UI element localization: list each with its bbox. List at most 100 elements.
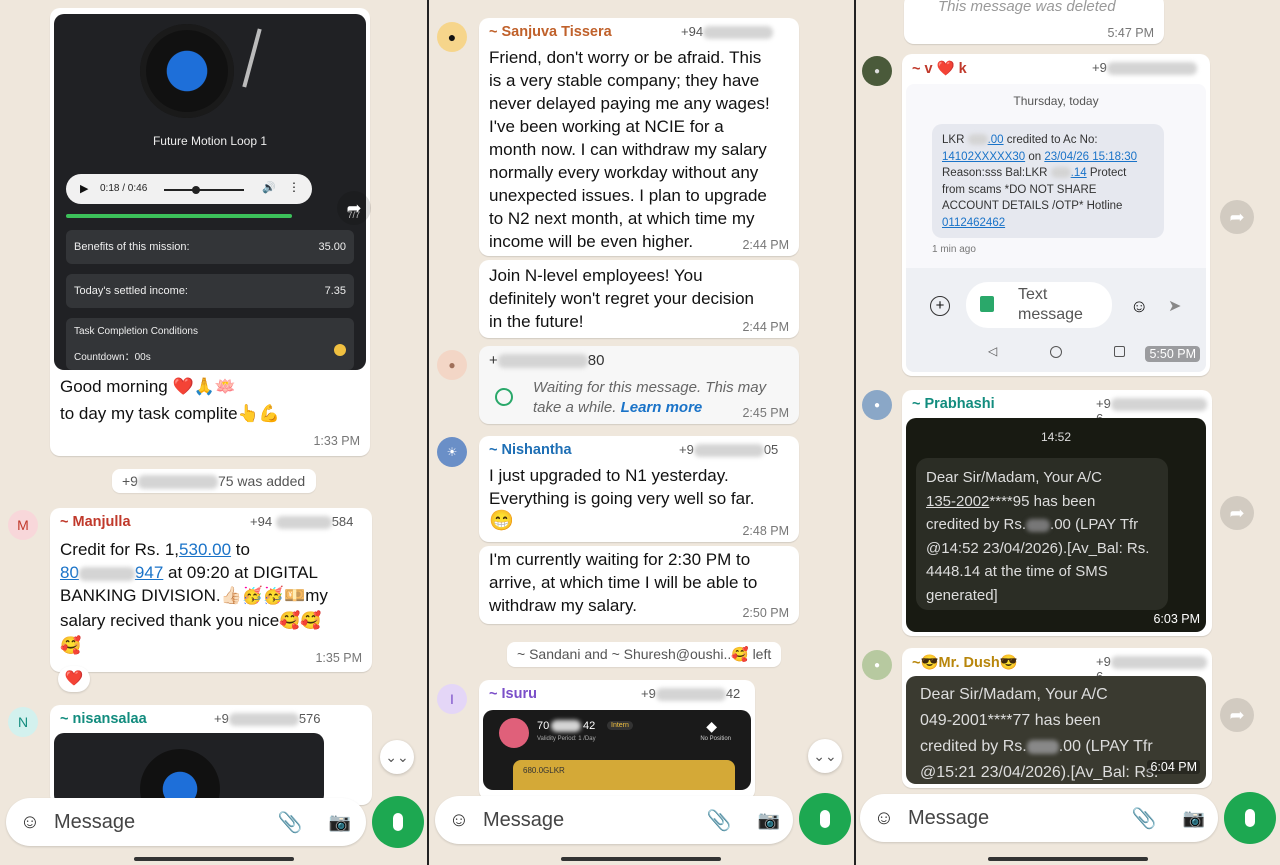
message-input[interactable]: Message xyxy=(908,807,989,830)
task-screenshot: Future Motion Loop 1 ▶ 0:18 / 0:46 🔊 ⋮ 7… xyxy=(54,14,366,370)
sender-name[interactable]: ~ v ❤️ k xyxy=(912,60,967,77)
camera-icon[interactable]: 📷 xyxy=(757,808,781,832)
avatar[interactable]: ● xyxy=(437,22,467,52)
sender-phone: +94 584 xyxy=(250,514,354,530)
sender-name[interactable]: ~ Isuru xyxy=(489,686,537,702)
player-seekbar[interactable] xyxy=(164,186,244,194)
mic-button[interactable] xyxy=(1224,792,1276,844)
volume-icon[interactable]: 🔊 xyxy=(262,181,276,194)
clock-icon xyxy=(495,388,513,406)
sticker-icon[interactable]: ☺ xyxy=(872,806,896,830)
attach-icon[interactable]: 📎 xyxy=(1132,806,1157,830)
mic-button[interactable] xyxy=(372,796,424,848)
image-message-bubble[interactable]: ~😎Mr. Dush😎 +96 Dear Sir/Madam, Your A/C… xyxy=(902,648,1212,788)
forward-icon[interactable]: ➦ xyxy=(1220,496,1254,530)
message-time: 1:35 PM xyxy=(315,651,362,665)
sim-icon xyxy=(980,296,994,312)
amount-link[interactable]: 530.00 xyxy=(179,540,231,559)
avatar[interactable]: ● xyxy=(862,650,892,680)
chat-panel-2: ● ~ Sanjuva Tissera +94 Friend, don't wo… xyxy=(429,0,854,865)
sender-name[interactable]: ~ Manjulla xyxy=(60,514,131,530)
profile-avatar-icon xyxy=(499,718,529,748)
message-time: 2:45 PM xyxy=(742,406,789,420)
sender-name[interactable]: ~😎Mr. Dush😎 xyxy=(912,654,1018,671)
forward-icon[interactable]: ➦ xyxy=(1220,200,1254,234)
message-time: 5:47 PM xyxy=(1107,26,1154,40)
message-time: 2:44 PM xyxy=(742,238,789,252)
attach-icon[interactable]: 📎 xyxy=(707,808,732,832)
message-emoji: 😁 xyxy=(489,510,514,532)
audio-player[interactable]: ▶ 0:18 / 0:46 🔊 ⋮ xyxy=(66,174,312,204)
message-time: 2:44 PM xyxy=(742,320,789,334)
learn-more-link[interactable]: Learn more xyxy=(621,399,703,416)
avatar[interactable]: M xyxy=(8,510,38,540)
image-message-bubble[interactable]: ~ v ❤️ k +9 Thursday, today LKR .00 cred… xyxy=(902,54,1210,376)
message-composer[interactable]: ☺ Message 📎 📷 xyxy=(860,794,1218,842)
mic-button[interactable] xyxy=(799,793,851,845)
avatar[interactable]: ● xyxy=(862,390,892,420)
camera-icon[interactable]: 📷 xyxy=(1182,806,1206,830)
message-text: unexpected issues. I plan to upgrade xyxy=(489,186,767,205)
message-text: Everything is going very well so far. xyxy=(489,489,755,508)
image-message-bubble[interactable]: Future Motion Loop 1 ▶ 0:18 / 0:46 🔊 ⋮ 7… xyxy=(50,8,370,456)
avatar[interactable]: ● xyxy=(437,350,467,380)
message-text: income will be even higher. xyxy=(489,232,694,251)
message-bubble[interactable]: ~ Nishantha +9 05 I just upgraded to N1 y… xyxy=(479,436,799,542)
attach-icon[interactable]: 📎 xyxy=(278,810,303,834)
forward-icon[interactable]: ➦ xyxy=(337,191,371,225)
sticker-icon[interactable]: ☺ xyxy=(447,808,471,832)
deleted-message-bubble[interactable]: This message was deleted 5:47 PM xyxy=(904,0,1164,44)
message-input[interactable]: Message xyxy=(483,809,564,832)
sticker-icon[interactable]: ☺ xyxy=(18,810,42,834)
gesture-bar xyxy=(988,857,1148,861)
message-bubble[interactable]: ~ Manjulla +94 584 Credit for Rs. 1,530.… xyxy=(50,508,372,672)
image-message-bubble[interactable]: ~ Prabhashi +96 14:52 Dear Sir/Madam, Yo… xyxy=(902,390,1212,636)
camera-icon[interactable]: 📷 xyxy=(328,810,352,834)
more-icon[interactable]: ⋮ xyxy=(288,180,300,194)
mission-progress-bar xyxy=(66,214,292,218)
avatar[interactable]: ☀ xyxy=(437,437,467,467)
message-text: to N2 next month, at which time my xyxy=(489,209,755,228)
scroll-down-button[interactable]: ⌄⌄ xyxy=(808,739,842,773)
sender-name[interactable]: ~ Prabhashi xyxy=(912,396,995,412)
message-text: 🥰 xyxy=(60,636,82,655)
message-bubble[interactable]: +80 Waiting for this message. This may t… xyxy=(479,346,799,424)
avatar[interactable]: ● xyxy=(862,56,892,86)
scroll-down-button[interactable]: ⌄⌄ xyxy=(380,740,414,774)
sender-name[interactable]: ~ Nishantha xyxy=(489,442,572,458)
sender-name[interactable]: ~ Sanjuva Tissera xyxy=(489,24,612,40)
sms-screenshot: 14:52 Dear Sir/Madam, Your A/C 135-2002*… xyxy=(906,418,1206,632)
image-message-bubble[interactable]: ~ nisansalaa +9 576 xyxy=(50,705,372,805)
sender-phone: +80 xyxy=(489,352,605,369)
message-bubble[interactable]: ~ Sanjuva Tissera +94 Friend, don't worr… xyxy=(479,18,799,256)
message-text: Good morning ❤️🙏🪷 xyxy=(60,377,236,396)
sender-name[interactable]: ~ nisansalaa xyxy=(60,711,147,727)
avatar[interactable]: N xyxy=(8,707,38,737)
person-icon: ● xyxy=(448,358,456,372)
sms-bubble: LKR .00 credited to Ac No: 14102XXXXX30 … xyxy=(932,124,1164,238)
benefits-row: Benefits of this mission: 35.00 xyxy=(66,230,354,264)
forward-icon[interactable]: ➦ xyxy=(1220,698,1254,732)
reaction-badge[interactable]: ❤️ xyxy=(58,666,90,692)
member-added-notice: +9 75 was added xyxy=(112,469,316,494)
avatar-photo-icon: ● xyxy=(873,399,881,411)
avatar-lion-icon: ● xyxy=(447,29,457,45)
avatar[interactable]: I xyxy=(437,684,467,714)
nav-back-icon: ◁ xyxy=(988,344,998,358)
message-text: salary recived thank you nice🥰🥰 xyxy=(60,611,322,630)
image-message-bubble[interactable]: ~ Isuru +9 42 70 42 Intern Validity Perio… xyxy=(479,680,755,800)
play-icon[interactable]: ▶ xyxy=(80,182,88,195)
account-link[interactable]: 80 xyxy=(60,563,79,582)
message-text: to day my task complite👆💪 xyxy=(60,404,280,423)
message-time: 5:50 PM xyxy=(1145,346,1200,362)
message-input[interactable]: Message xyxy=(54,811,135,834)
message-composer[interactable]: ☺ Message 📎 📷 xyxy=(435,796,793,844)
message-composer[interactable]: ☺ Message 📎 📷 xyxy=(6,798,366,846)
vinyl-record-icon xyxy=(140,24,234,118)
message-bubble[interactable]: I'm currently waiting for 2:30 PM to arr… xyxy=(479,546,799,624)
message-bubble[interactable]: Join N-level employees! You definitely w… xyxy=(479,260,799,338)
sms-screenshot: Thursday, today LKR .00 credited to Ac N… xyxy=(906,84,1206,372)
message-text: Friend, don't worry or be afraid. This xyxy=(489,48,762,67)
chat-panel-1: Future Motion Loop 1 ▶ 0:18 / 0:46 🔊 ⋮ 7… xyxy=(0,0,427,865)
message-text: I just upgraded to N1 yesterday. xyxy=(489,466,729,485)
